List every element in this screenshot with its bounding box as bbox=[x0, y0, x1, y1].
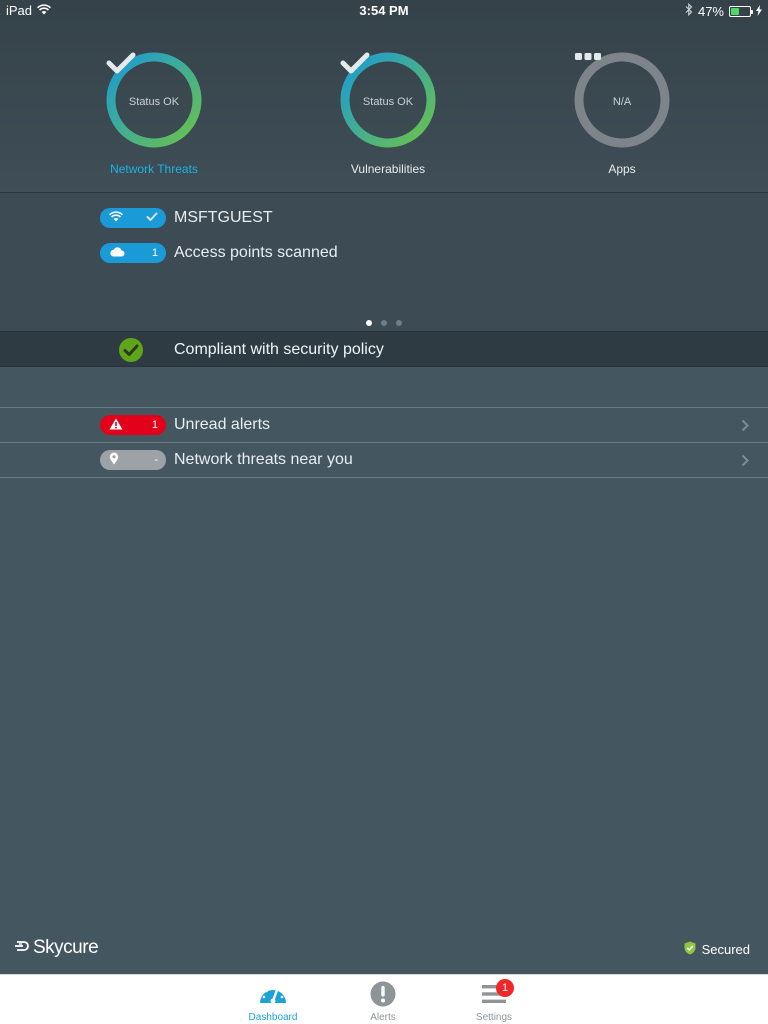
chevron-right-icon bbox=[741, 419, 749, 437]
top-header: iPad 3:54 PM 47% Status OK Network Threa… bbox=[0, 0, 768, 193]
gauge-label: Vulnerabilities bbox=[350, 162, 426, 176]
network-panel[interactable]: MSFTGUEST 1 Access points scanned bbox=[0, 193, 768, 331]
skycure-logo-icon bbox=[15, 937, 31, 959]
wifi-name: MSFTGUEST bbox=[174, 209, 273, 226]
wifi-pill bbox=[100, 208, 166, 228]
gauge-vulnerabilities[interactable]: Status OK Vulnerabilities bbox=[340, 52, 436, 176]
access-points-row: 1 Access points scanned bbox=[100, 243, 338, 263]
alerts-count: 1 bbox=[151, 419, 158, 431]
warning-icon bbox=[109, 418, 123, 433]
page-dot[interactable] bbox=[396, 320, 402, 326]
clock: 3:54 PM bbox=[359, 3, 409, 18]
shield-check-icon bbox=[684, 941, 696, 958]
nearby-threats-count: - bbox=[154, 454, 158, 466]
gauge-status: N/A bbox=[612, 96, 632, 108]
gauge-label: Network Threats bbox=[110, 162, 198, 176]
gauge-apps[interactable]: N/A Apps bbox=[574, 52, 670, 176]
exclamation-circle-icon bbox=[348, 979, 418, 1009]
brand-logo: Skycure bbox=[15, 937, 99, 959]
gauge-status: Status OK bbox=[362, 96, 414, 108]
access-points-count: 1 bbox=[151, 247, 158, 259]
network-threats-near-label: Network threats near you bbox=[174, 451, 353, 468]
battery-percent: 47% bbox=[697, 3, 724, 19]
check-circle-icon bbox=[119, 338, 143, 367]
secured-label: Secured bbox=[701, 942, 750, 957]
gauge-icon bbox=[238, 979, 308, 1009]
secured-status: Secured bbox=[684, 941, 750, 958]
wifi-row: MSFTGUEST bbox=[100, 208, 273, 228]
location-pin-icon bbox=[109, 452, 119, 468]
page-dot[interactable] bbox=[381, 320, 387, 326]
tab-label: Settings bbox=[475, 1012, 513, 1023]
gauge-network-threats[interactable]: Status OK Network Threats bbox=[106, 52, 202, 176]
gauge-label: Apps bbox=[608, 162, 636, 176]
tab-label: Alerts bbox=[370, 1012, 396, 1023]
unread-alerts-label: Unread alerts bbox=[174, 416, 271, 433]
access-points-pill: 1 bbox=[100, 243, 166, 263]
nearby-threats-pill: - bbox=[100, 450, 166, 470]
access-points-label: Access points scanned bbox=[174, 244, 338, 261]
tab-dashboard[interactable]: Dashboard bbox=[238, 979, 308, 1023]
page-dot-active[interactable] bbox=[366, 320, 372, 326]
network-threats-near-row[interactable]: - Network threats near you bbox=[0, 442, 768, 478]
brand-name: Skycure bbox=[33, 937, 99, 958]
charging-icon bbox=[756, 4, 762, 19]
compliance-text: Compliant with security policy bbox=[174, 341, 384, 358]
tab-alerts[interactable]: Alerts bbox=[348, 979, 418, 1023]
tab-label: Dashboard bbox=[248, 1012, 298, 1023]
page-indicator[interactable] bbox=[0, 320, 768, 326]
compliance-bar: Compliant with security policy bbox=[0, 331, 768, 367]
status-bar: iPad 3:54 PM 47% bbox=[0, 0, 768, 22]
battery-icon bbox=[729, 5, 753, 17]
settings-badge: 1 bbox=[496, 979, 514, 997]
battery-fill bbox=[731, 7, 739, 15]
gauge-status: Status OK bbox=[128, 96, 180, 108]
chevron-right-icon bbox=[741, 454, 749, 472]
alerts-pill: 1 bbox=[100, 415, 166, 435]
bluetooth-icon bbox=[685, 2, 693, 19]
wifi-icon bbox=[109, 211, 123, 225]
tab-settings[interactable]: 1 Settings bbox=[459, 979, 529, 1023]
unread-alerts-row[interactable]: 1 Unread alerts bbox=[0, 407, 768, 443]
checkmark-icon bbox=[146, 212, 158, 225]
menu-icon: 1 bbox=[459, 979, 529, 1009]
tab-bar: Dashboard Alerts 1 Settings bbox=[0, 974, 768, 1024]
cloud-icon bbox=[109, 246, 125, 260]
